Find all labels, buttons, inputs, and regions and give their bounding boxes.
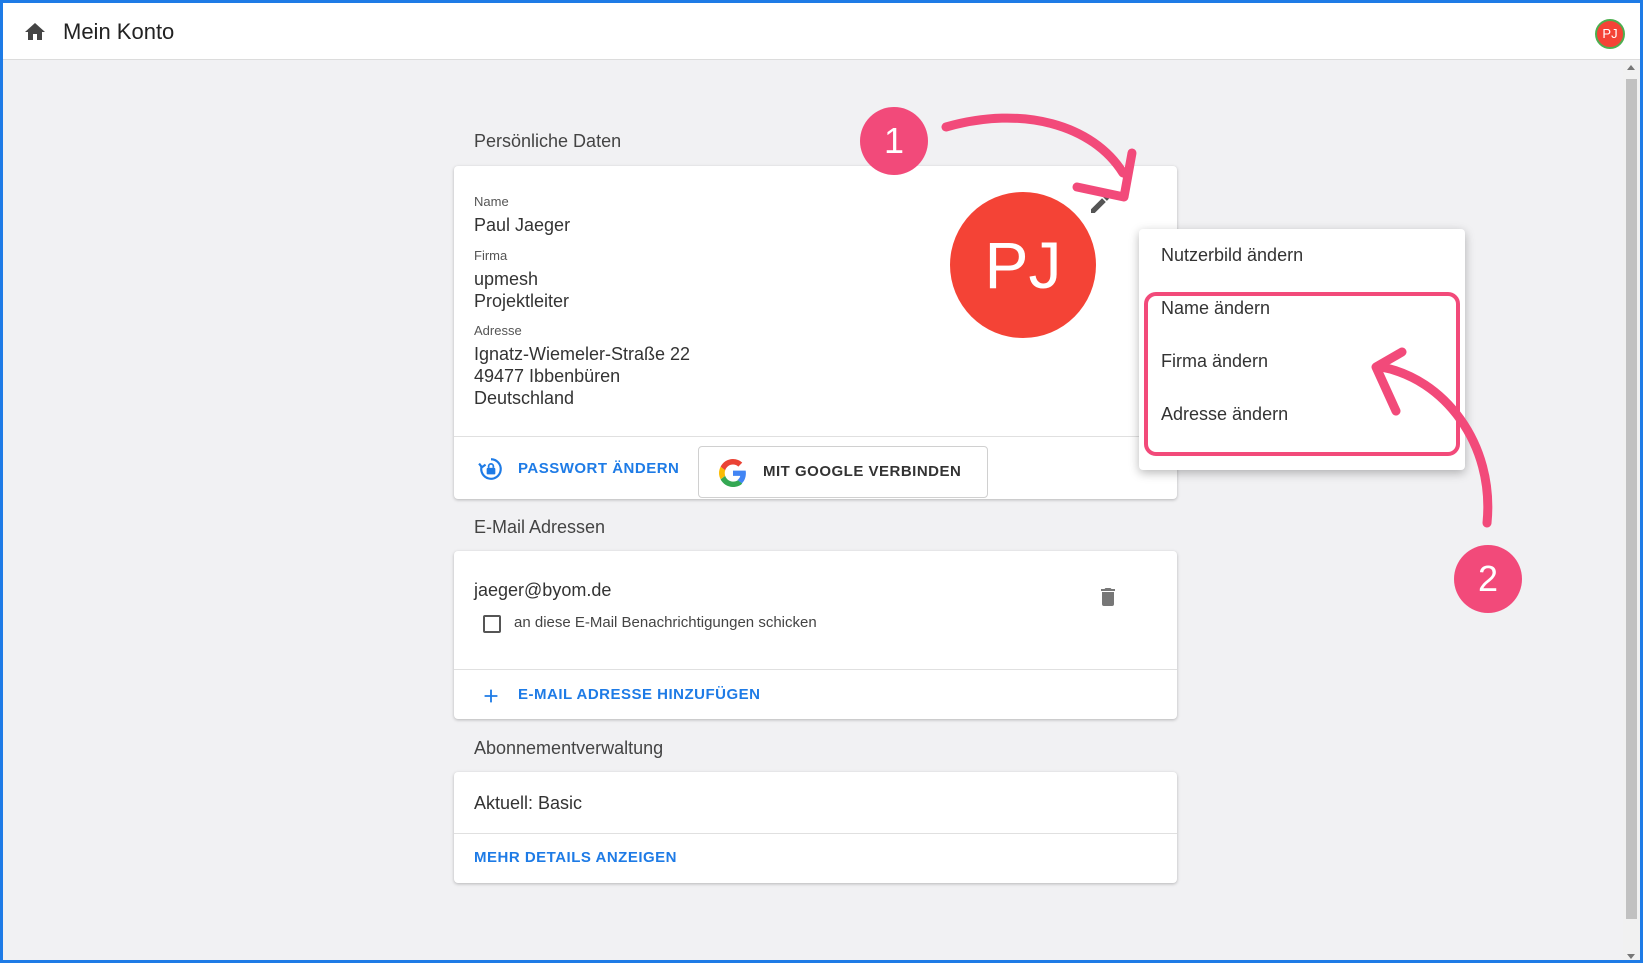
delete-trash-icon[interactable] (1096, 585, 1120, 609)
app-window: Mein Konto PJ Persönliche Daten Name Pau… (0, 0, 1643, 963)
change-password-button[interactable]: PASSWORT ÄNDERN (518, 460, 679, 477)
home-icon[interactable] (23, 20, 47, 44)
email-card: jaeger@byom.de an diese E-Mail Benachric… (454, 551, 1177, 719)
section-title-emails: E-Mail Adressen (474, 517, 606, 537)
google-connect-label: MIT GOOGLE VERBINDEN (763, 463, 962, 480)
annotation-arrow-1 (941, 113, 1128, 178)
annotation-highlight-box (1144, 292, 1460, 456)
card-divider (454, 669, 1177, 670)
scrollbar[interactable] (1623, 61, 1640, 960)
company-label: Firma (474, 248, 508, 263)
add-email-button[interactable]: E-MAIL ADRESSE HINZUFÜGEN (518, 686, 761, 703)
profile-avatar[interactable]: PJ (950, 192, 1096, 338)
email-address: jaeger@byom.de (474, 580, 612, 600)
scrollbar-thumb[interactable] (1626, 79, 1637, 919)
notify-checkbox[interactable] (483, 615, 501, 633)
address-street: Ignatz-Wiemeler-Straße 22 (474, 344, 691, 364)
add-plus-icon[interactable] (480, 685, 502, 707)
address-country: Deutschland (474, 388, 575, 408)
google-logo-icon (719, 459, 746, 487)
personal-data-card: Name Paul Jaeger Firma upmesh Projektlei… (454, 166, 1177, 499)
company-role: Projektleiter (474, 291, 570, 311)
user-avatar[interactable]: PJ (1595, 19, 1625, 49)
address-city: 49477 Ibbenbüren (474, 366, 621, 386)
google-connect-button[interactable]: MIT GOOGLE VERBINDEN (698, 446, 988, 498)
more-details-button[interactable]: MEHR DETAILS ANZEIGEN (474, 849, 677, 866)
address-label: Adresse (474, 323, 522, 338)
menu-item-change-picture[interactable]: Nutzerbild ändern (1161, 245, 1303, 266)
section-title-subscription: Abonnementverwaltung (474, 738, 664, 758)
app-bar: Mein Konto PJ (3, 3, 1640, 60)
page-title: Mein Konto (63, 19, 175, 44)
annotation-badge-1: 1 (860, 107, 928, 175)
annotation-badge-2: 2 (1454, 545, 1522, 613)
edit-pencil-icon[interactable] (1088, 192, 1112, 216)
name-label: Name (474, 194, 509, 209)
subscription-card: Aktuell: Basic MEHR DETAILS ANZEIGEN (454, 772, 1177, 883)
card-divider (454, 436, 1177, 437)
name-value: Paul Jaeger (474, 215, 571, 235)
notify-checkbox-label[interactable]: an diese E-Mail Benachrichtigungen schic… (514, 614, 817, 631)
company-name: upmesh (474, 269, 539, 289)
scroll-up-arrow-icon[interactable] (1627, 65, 1635, 70)
scroll-down-arrow-icon[interactable] (1627, 954, 1635, 959)
lock-reset-icon[interactable] (478, 456, 504, 482)
section-title-personal: Persönliche Daten (474, 131, 622, 151)
subscription-current: Aktuell: Basic (474, 793, 583, 813)
card-divider (454, 833, 1177, 834)
